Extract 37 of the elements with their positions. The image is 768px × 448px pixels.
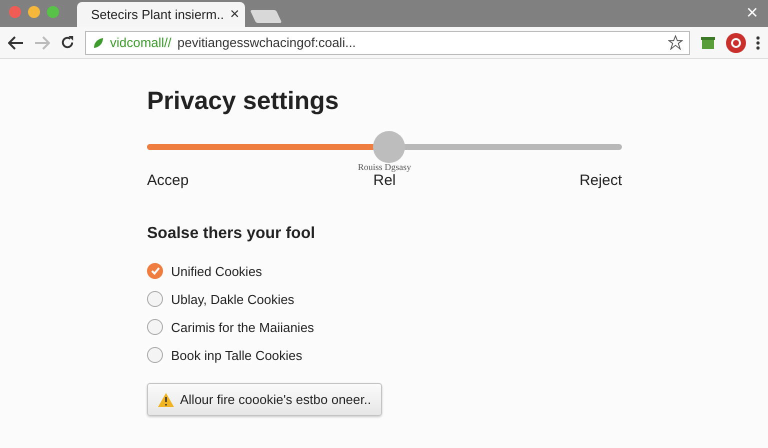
radio-button[interactable] <box>147 291 163 307</box>
browser-tab[interactable]: Setecirs Plant insierm.. × <box>77 2 245 27</box>
url-path: pevitiangesswchacingof:coali... <box>177 35 357 50</box>
check-icon <box>150 267 160 275</box>
back-icon[interactable] <box>8 36 24 50</box>
new-tab-button[interactable] <box>250 10 282 23</box>
star-icon[interactable] <box>668 35 683 50</box>
extension-icon[interactable] <box>700 34 716 50</box>
radio-button[interactable] <box>147 319 163 335</box>
menu-icon[interactable] <box>756 36 760 50</box>
profile-icon[interactable] <box>726 32 746 52</box>
tab-title: Setecirs Plant insierm.. <box>91 7 224 22</box>
radio-button[interactable] <box>147 347 163 363</box>
thumb-label: Rouiss Dgsasy <box>358 162 412 172</box>
option-label[interactable]: Ublay, Dakle Cookies <box>171 292 294 306</box>
address-bar[interactable]: vidcomall// pevitiangesswchacingof:coali... <box>85 30 690 54</box>
section-title: Soalse thers your fool <box>147 225 316 243</box>
option-label[interactable]: Book inp Talle Cookies <box>171 348 302 362</box>
leaf-icon <box>92 36 104 48</box>
minimize-window-button[interactable] <box>28 6 40 18</box>
url-scheme: vidcomall// <box>110 35 172 50</box>
reload-icon[interactable] <box>60 35 75 50</box>
privacy-slider[interactable] <box>147 131 622 163</box>
slider-label: Accep <box>147 172 190 189</box>
window-close-button[interactable]: × <box>746 2 758 25</box>
option-label[interactable]: Carimis for the Maiianies <box>171 320 314 334</box>
radio-button[interactable] <box>147 263 163 279</box>
page-title: Privacy settings <box>147 87 340 116</box>
tab-close-button[interactable]: × <box>230 6 240 24</box>
maximize-window-button[interactable] <box>47 6 59 18</box>
forward-icon[interactable] <box>34 36 50 50</box>
slider-label: Reject <box>579 172 622 189</box>
slider-label: Rel <box>373 172 396 189</box>
option-label[interactable]: Unified Cookies <box>171 264 262 278</box>
slider-thumb[interactable] <box>373 131 406 163</box>
allow-cookies-button[interactable]: Allour fire coookie's estbo oneer.. <box>147 383 382 416</box>
warning-icon <box>158 392 174 406</box>
